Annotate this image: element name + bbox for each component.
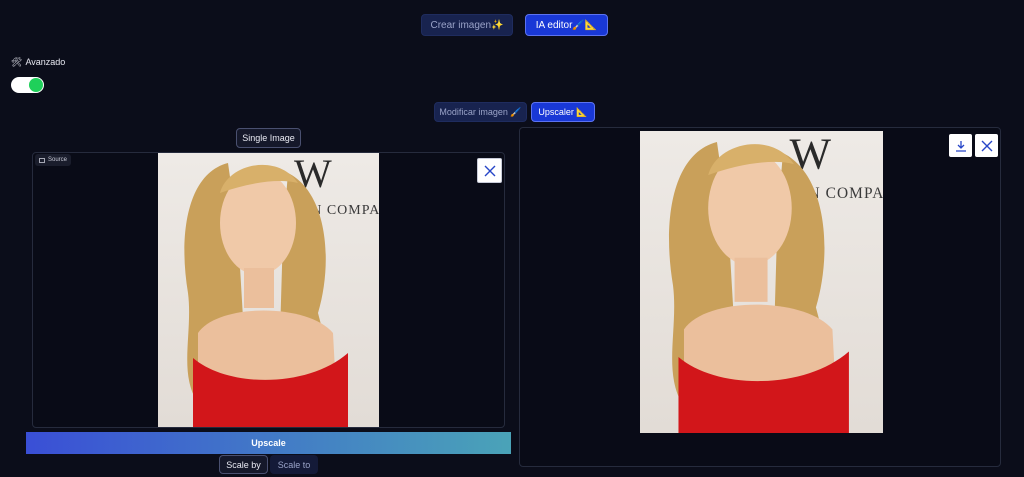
source-photo: W EIN COMPA: [158, 153, 379, 427]
tab-modificar-imagen[interactable]: Modificar imagen 🖌️: [434, 102, 527, 122]
tab-scale-by-label: Scale by: [226, 459, 261, 470]
tab-crear-imagen-label: Crear imagen✨: [430, 19, 504, 31]
tab-ia-editor[interactable]: IA editor🖌️📐: [525, 14, 608, 36]
toggle-knob: [29, 78, 43, 92]
download-button[interactable]: [949, 134, 972, 157]
clear-output-button[interactable]: [975, 134, 998, 157]
remove-source-button[interactable]: [477, 158, 502, 183]
tab-single-image[interactable]: Single Image: [236, 128, 301, 148]
advanced-label-row: 🛠 Avanzado: [11, 57, 65, 68]
close-icon: [484, 165, 495, 176]
advanced-label: Avanzado: [25, 57, 66, 67]
tab-single-image-label: Single Image: [242, 133, 295, 143]
close-icon: [981, 140, 992, 151]
tab-scale-to-label: Scale to: [277, 459, 311, 470]
source-label: Source: [48, 157, 68, 163]
output-image-panel: W EIN COMPA: [519, 127, 1001, 467]
tab-crear-imagen[interactable]: Crear imagen✨: [421, 14, 513, 36]
upscaled-photo-image: W EIN COMPA: [669, 131, 883, 433]
image-icon: [39, 157, 45, 163]
tab-upscaler-label: Upscaler 📐: [538, 106, 588, 117]
upscale-button[interactable]: Upscale: [26, 432, 511, 454]
source-badge: Source: [35, 154, 72, 166]
tab-ia-editor-label: IA editor🖌️📐: [535, 19, 598, 31]
download-icon: [955, 140, 966, 152]
tab-upscaler[interactable]: Upscaler 📐: [531, 102, 595, 122]
upscaled-photo: W EIN COMPA: [640, 131, 883, 433]
source-photo-image: W EIN COMPA: [184, 153, 379, 427]
advanced-toggle[interactable]: [11, 77, 44, 93]
tab-scale-by[interactable]: Scale by: [219, 455, 268, 474]
input-image-panel[interactable]: Source W EIN COMPA: [32, 152, 505, 428]
upscale-button-label: Upscale: [251, 438, 286, 448]
tab-modificar-imagen-label: Modificar imagen 🖌️: [439, 106, 522, 117]
tab-scale-to[interactable]: Scale to: [270, 455, 318, 474]
tools-icon: 🛠: [11, 57, 23, 67]
